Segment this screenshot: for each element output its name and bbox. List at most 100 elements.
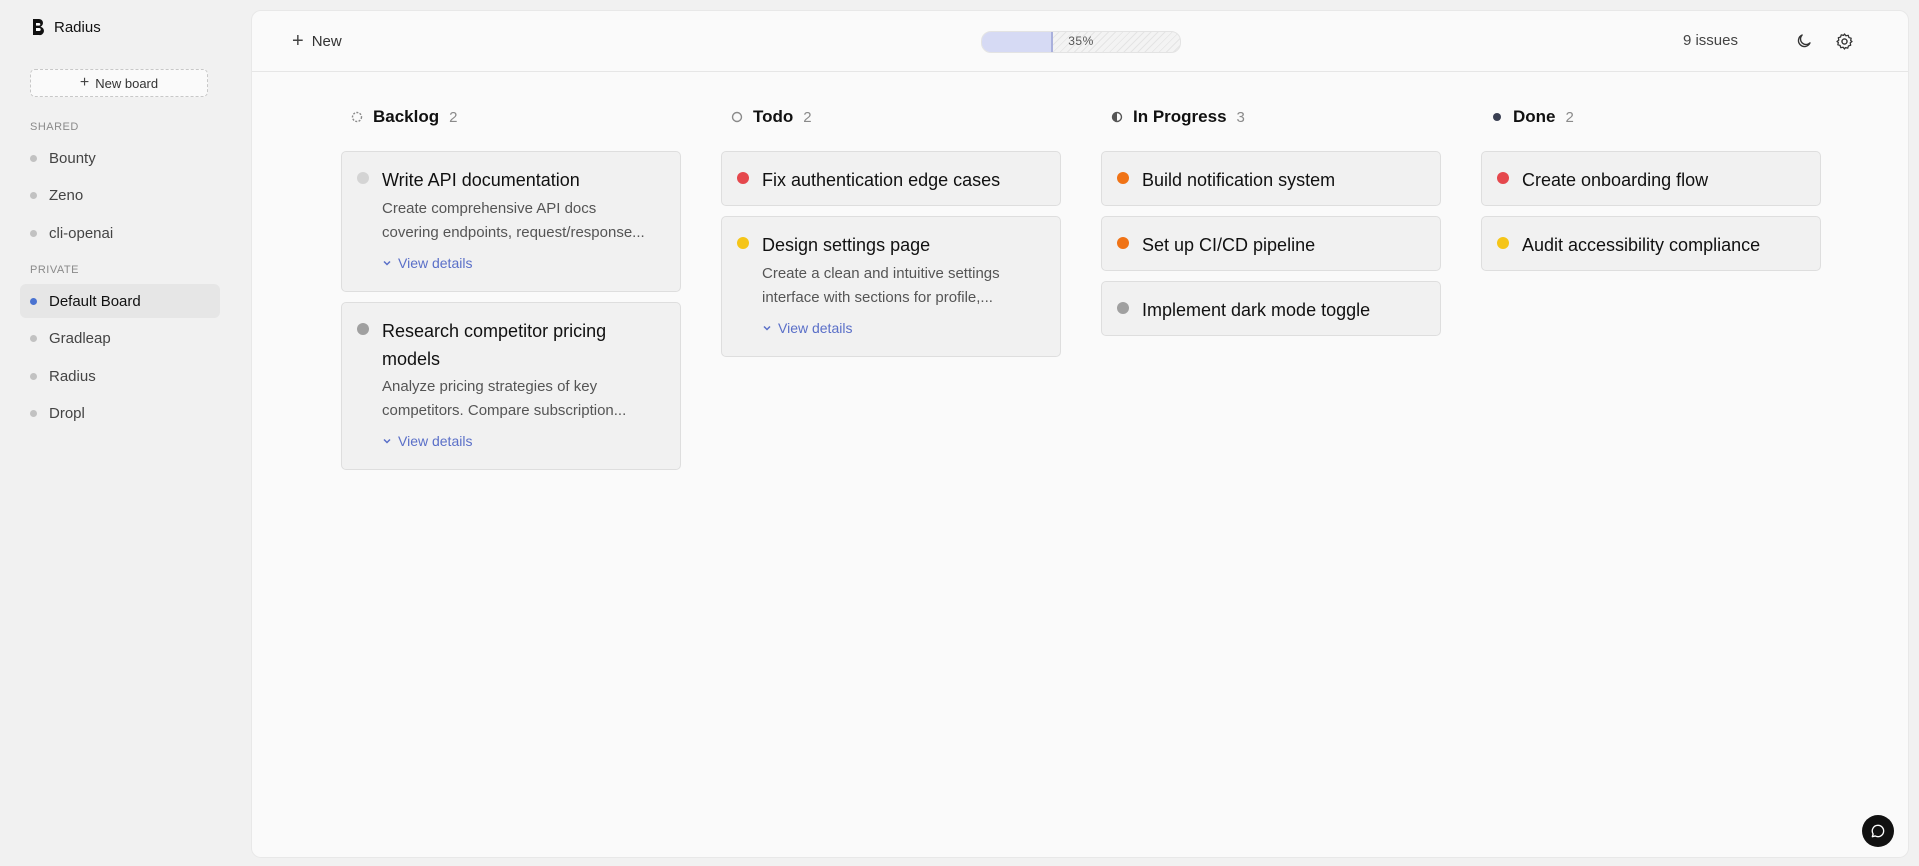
view-details-link[interactable]: View details — [382, 433, 472, 449]
column-title: Todo — [753, 107, 794, 126]
sidebar-item-label: Bounty — [49, 149, 96, 167]
view-details-link[interactable]: View details — [382, 255, 472, 271]
board-panel: + New 35% 9 issues Backlog 2 Write API d… — [251, 10, 1909, 858]
issue-title: Build notification system — [1142, 170, 1336, 190]
top-bar: + New 35% 9 issues — [252, 11, 1908, 72]
issue-title: Set up CI/CD pipeline — [1142, 235, 1316, 255]
column-done: Done 2 Create onboarding flow Audit acce… — [1481, 101, 1821, 271]
radius-logo-icon — [33, 19, 44, 36]
moon-icon — [1797, 34, 1811, 48]
progress-bar: 35% — [981, 31, 1181, 53]
column-header: Todo 2 — [721, 101, 1061, 133]
priority-dot-icon — [357, 323, 369, 335]
backlog-dashed-circle-icon — [351, 111, 363, 123]
issue-title: Research competitor pricing models — [382, 321, 607, 369]
issue-title: Design settings page — [762, 235, 931, 255]
gear-icon — [1835, 32, 1853, 50]
board-dot-icon — [30, 191, 37, 199]
view-details-label: View details — [778, 320, 853, 336]
column-title: In Progress — [1133, 107, 1227, 126]
view-details-link[interactable]: View details — [762, 320, 852, 336]
theme-toggle-button[interactable] — [1792, 29, 1816, 53]
shared-section-label: SHARED — [30, 121, 79, 133]
private-section-label: PRIVATE — [30, 264, 79, 276]
sidebar: Radius + New board SHARED Bounty Zeno cl… — [0, 0, 250, 866]
description-line: Create comprehensive API docs — [382, 200, 597, 217]
column-in-progress: In Progress 3 Build notification system … — [1101, 101, 1441, 336]
issue-title: Implement dark mode toggle — [1142, 300, 1371, 320]
sidebar-item-bounty[interactable]: Bounty — [20, 141, 220, 175]
issue-card[interactable]: Create onboarding flow — [1481, 151, 1821, 206]
priority-dot-icon — [357, 172, 369, 184]
issues-count: 9 issues — [1682, 32, 1738, 49]
column-backlog: Backlog 2 Write API documentation Create… — [341, 101, 681, 470]
todo-circle-icon — [731, 111, 743, 123]
sidebar-item-label: cli-openai — [49, 224, 114, 242]
issue-title: Write API documentation — [382, 170, 580, 190]
issue-title: Audit accessibility compliance — [1522, 235, 1761, 255]
chevron-down-icon — [383, 438, 391, 444]
column-header: In Progress 3 — [1101, 101, 1441, 133]
priority-dot-icon — [1117, 302, 1129, 314]
board-dot-icon — [30, 229, 37, 237]
description-line: competitors. Compare subscription... — [382, 402, 627, 419]
issue-card[interactable]: Fix authentication edge cases — [721, 151, 1061, 206]
column-count: 2 — [449, 108, 458, 126]
plus-icon: + — [79, 74, 90, 91]
settings-button[interactable] — [1832, 29, 1856, 53]
column-title: Done — [1513, 107, 1556, 126]
description-line: Analyze pricing strategies of key — [382, 378, 598, 395]
sidebar-item-default-board[interactable]: Default Board — [20, 284, 220, 318]
chat-bubble-icon — [1871, 824, 1885, 838]
issue-description: Analyze pricing strategies of key compet… — [382, 375, 665, 423]
sidebar-item-gradleap[interactable]: Gradleap — [20, 321, 220, 355]
view-details-label: View details — [398, 433, 473, 449]
board-dot-icon — [30, 372, 37, 380]
done-filled-circle-icon — [1493, 113, 1501, 121]
priority-dot-icon — [1117, 172, 1129, 184]
sidebar-item-zeno[interactable]: Zeno — [20, 178, 220, 212]
view-details-label: View details — [398, 255, 473, 271]
new-issue-button[interactable]: + New — [292, 31, 342, 51]
board-dot-icon — [30, 334, 37, 342]
column-title: Backlog — [373, 107, 440, 126]
chevron-down-icon — [383, 260, 391, 266]
sidebar-item-label: Zeno — [49, 186, 84, 204]
plus-icon: + — [292, 30, 304, 52]
chevron-down-icon — [763, 325, 771, 331]
issue-card[interactable]: Implement dark mode toggle — [1101, 281, 1441, 336]
in-progress-half-circle-icon — [1111, 111, 1123, 123]
sidebar-item-cli-openai[interactable]: cli-openai — [20, 216, 220, 250]
new-issue-label: New — [311, 32, 342, 50]
issue-title: Create onboarding flow — [1522, 170, 1709, 190]
priority-dot-icon — [1497, 237, 1509, 249]
issue-card[interactable]: Set up CI/CD pipeline — [1101, 216, 1441, 271]
column-todo: Todo 2 Fix authentication edge cases Des… — [721, 101, 1061, 357]
column-header: Done 2 — [1481, 101, 1821, 133]
new-board-button[interactable]: + New board — [30, 69, 208, 97]
column-count: 2 — [803, 108, 812, 126]
issue-description: Create a clean and intuitive settings in… — [762, 262, 1045, 310]
column-count: 2 — [1565, 108, 1574, 126]
issue-card[interactable]: Write API documentation Create comprehen… — [341, 151, 681, 292]
column-count: 3 — [1236, 108, 1245, 126]
sidebar-item-radius[interactable]: Radius — [20, 359, 220, 393]
board-dot-icon — [30, 297, 37, 305]
brand[interactable]: Radius — [30, 18, 101, 36]
issue-title: Fix authentication edge cases — [762, 170, 1001, 190]
progress-text: 35% — [1068, 34, 1094, 48]
description-line: interface with sections for profile,... — [762, 289, 993, 306]
brand-name: Radius — [54, 18, 101, 36]
issue-card[interactable]: Research competitor pricing models Analy… — [341, 302, 681, 470]
issue-card[interactable]: Design settings page Create a clean and … — [721, 216, 1061, 357]
sidebar-item-label: Gradleap — [49, 329, 111, 347]
priority-dot-icon — [1117, 237, 1129, 249]
sidebar-item-label: Dropl — [49, 404, 85, 422]
sidebar-item-label: Default Board — [49, 292, 141, 310]
sidebar-item-dropl[interactable]: Dropl — [20, 396, 220, 430]
issue-card[interactable]: Audit accessibility compliance — [1481, 216, 1821, 271]
chat-button[interactable] — [1862, 815, 1894, 847]
board-dot-icon — [30, 409, 37, 417]
priority-dot-icon — [737, 237, 749, 249]
issue-card[interactable]: Build notification system — [1101, 151, 1441, 206]
